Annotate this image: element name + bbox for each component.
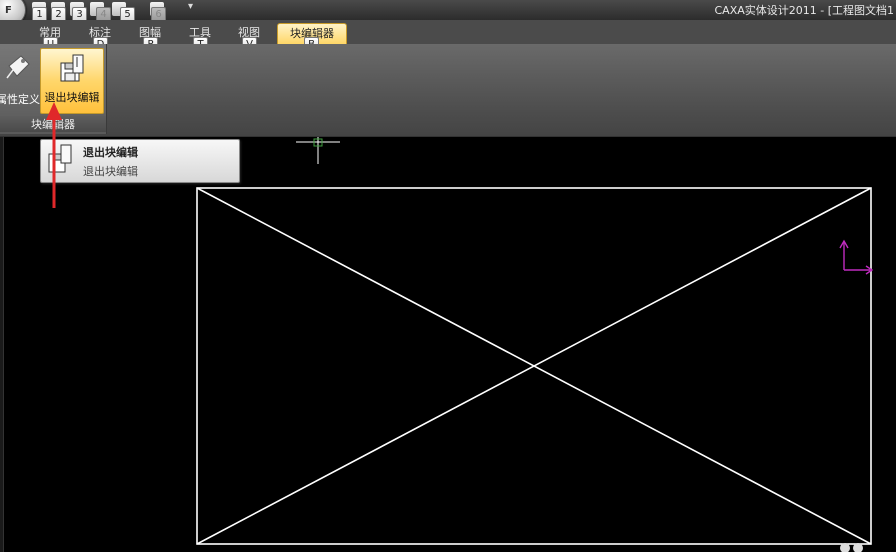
exit-block-edit-button[interactable]: 退出块编辑 xyxy=(40,48,104,114)
title-bar: F ▾ 1 2 3 4 5 6 CAXA实体设计2011 - [工程图文档1 xyxy=(0,0,896,26)
exit-block-edit-tooltip: 退出块编辑 退出块编辑 xyxy=(40,139,240,183)
attribute-definition-button[interactable]: 属性定义 xyxy=(0,50,40,110)
exit-block-edit-label: 退出块编辑 xyxy=(44,91,100,104)
view-control-icon[interactable] xyxy=(838,538,866,552)
attribute-definition-label: 属性定义 xyxy=(0,93,40,106)
tooltip-description: 退出块编辑 xyxy=(83,165,138,178)
ribbon-group-label: 块编辑器 xyxy=(0,116,106,132)
block-editor-group: 属性定义 退出块编辑 块编辑器 xyxy=(0,44,107,134)
window-title: CAXA实体设计2011 - [工程图文档1 xyxy=(714,4,894,17)
tag-icon xyxy=(6,55,30,79)
customize-qat-icon[interactable]: ▾ xyxy=(188,1,193,12)
ribbon-tab-bar: 常用 标注 图幅 工具 视图 块编辑器 xyxy=(0,20,896,46)
left-scroll-edge xyxy=(0,137,4,552)
floppy-exit-icon xyxy=(60,54,84,82)
tooltip-title: 退出块编辑 xyxy=(83,146,138,159)
crosshair-cursor-icon xyxy=(296,137,340,164)
drawing-canvas[interactable] xyxy=(0,137,896,552)
drawing-content xyxy=(196,137,874,545)
ribbon-panel: 属性定义 退出块编辑 块编辑器 xyxy=(0,44,896,137)
floppy-exit-icon xyxy=(48,144,72,173)
quick-access-toolbar: ▾ 1 2 3 4 5 6 xyxy=(30,0,193,22)
ucs-axis-icon xyxy=(839,239,874,275)
app-button-keytip: F xyxy=(5,5,12,16)
